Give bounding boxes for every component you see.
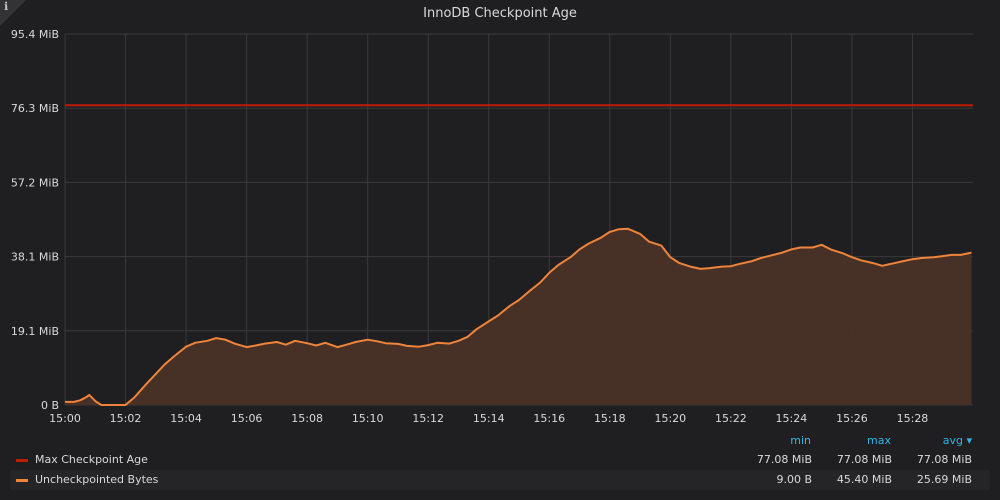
- x-tick-label: 15:14: [473, 412, 505, 425]
- x-tick-label: 15:02: [110, 412, 142, 425]
- legend-swatch[interactable]: [16, 459, 28, 462]
- legend: min max avg ▾ Max Checkpoint Age 77.08 M…: [10, 434, 990, 490]
- legend-value-max: 77.08 MiB: [836, 453, 892, 466]
- x-tick-label: 15:08: [291, 412, 323, 425]
- x-tick-label: 15:26: [836, 412, 868, 425]
- legend-value-max: 45.40 MiB: [836, 473, 892, 486]
- x-tick-label: 15:24: [776, 412, 808, 425]
- x-tick-label: 15:22: [715, 412, 747, 425]
- legend-header-avg[interactable]: avg ▾: [890, 434, 972, 447]
- legend-swatch[interactable]: [16, 479, 28, 482]
- x-tick-label: 15:20: [654, 412, 686, 425]
- x-tick-label: 15:04: [170, 412, 202, 425]
- legend-value-min: 77.08 MiB: [756, 453, 812, 466]
- y-tick-label: 38.1 MiB: [11, 251, 59, 264]
- y-tick-label: 57.2 MiB: [11, 176, 59, 189]
- legend-value-min: 9.00 B: [776, 473, 812, 486]
- x-tick-label: 15:06: [231, 412, 263, 425]
- y-tick-label: 95.4 MiB: [11, 28, 59, 41]
- series-layer: [65, 104, 973, 406]
- y-tick-label: 19.1 MiB: [11, 325, 59, 338]
- legend-header-min[interactable]: min: [710, 434, 811, 447]
- x-tick-label: 15:12: [412, 412, 444, 425]
- x-tick-label: 15:18: [594, 412, 626, 425]
- x-tick-label: 15:28: [897, 412, 929, 425]
- legend-header-max[interactable]: max: [810, 434, 891, 447]
- chart-area[interactable]: 0 B 19.1 MiB 38.1 MiB 57.2 MiB 76.3 MiB 95.4 …: [0, 0, 1000, 430]
- legend-value-avg: 77.08 MiB: [916, 453, 972, 466]
- y-tick-label: 0 B: [41, 399, 59, 412]
- x-tick-label: 15:00: [49, 412, 81, 425]
- legend-value-avg: 25.69 MiB: [916, 473, 972, 486]
- x-tick-label: 15:10: [352, 412, 384, 425]
- legend-row-uncheckpointed-bytes[interactable]: Uncheckpointed Bytes 9.00 B 45.40 MiB 25…: [10, 470, 990, 490]
- legend-header: min max avg ▾: [10, 434, 990, 450]
- graph-panel: ℹ InnoDB Checkpoint Age 0 B 19.1 MiB 38.1 …: [0, 0, 1000, 500]
- y-tick-label: 76.3 MiB: [11, 102, 59, 115]
- legend-row-max-checkpoint-age[interactable]: Max Checkpoint Age 77.08 MiB 77.08 MiB 7…: [10, 450, 990, 470]
- legend-series-name[interactable]: Uncheckpointed Bytes: [35, 470, 158, 490]
- x-tick-label: 15:16: [533, 412, 565, 425]
- legend-series-name[interactable]: Max Checkpoint Age: [35, 450, 148, 470]
- series-area-uncheckpointed-bytes: [65, 228, 972, 405]
